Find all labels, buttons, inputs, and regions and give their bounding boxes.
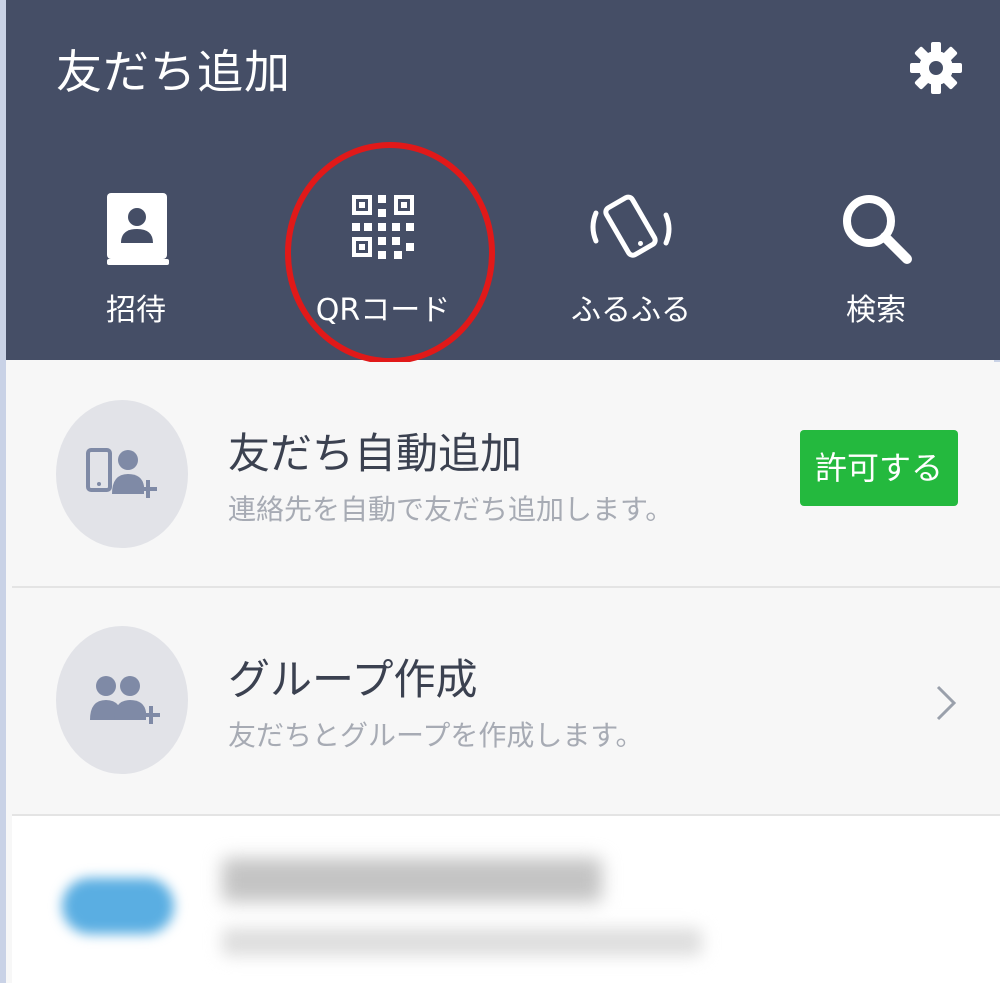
row-subtitle: 連絡先を自動で友だち追加します。	[228, 493, 674, 526]
chevron-right-icon	[936, 685, 957, 721]
gear-icon[interactable]	[906, 38, 966, 98]
page-title: 友だち追加	[56, 45, 291, 99]
header: 友だち追加 招待 QRコード ふるふる 検索	[6, 0, 1000, 364]
nav-shake[interactable]: ふるふる	[531, 185, 731, 335]
nav-invite[interactable]: 招待	[36, 185, 236, 335]
blurred-avatar	[62, 878, 174, 934]
nav-search-label: 検索	[846, 293, 906, 328]
nav-search[interactable]: 検索	[776, 185, 976, 335]
search-icon	[843, 195, 912, 264]
row-subtitle: 友だちとグループを作成します。	[228, 719, 644, 752]
row-title: グループ作成	[228, 655, 478, 704]
shake-phone-icon	[590, 194, 672, 258]
blurred-subtitle	[222, 928, 702, 956]
row-title: 友だち自動追加	[228, 429, 523, 478]
list-item-auto-add[interactable]: 友だち自動追加 連絡先を自動で友だち追加します。 許可する	[12, 362, 1000, 588]
nav-qr-code[interactable]: QRコード	[283, 185, 483, 335]
phone-add-friend-icon	[86, 448, 157, 498]
qr-code-icon	[352, 195, 414, 259]
blurred-title	[222, 858, 602, 902]
nav-invite-label: 招待	[106, 293, 166, 328]
avatar	[56, 400, 188, 548]
list-item-create-group[interactable]: グループ作成 友だちとグループを作成します。	[12, 588, 1000, 816]
list-item-blurred[interactable]	[12, 816, 1000, 983]
avatar	[56, 626, 188, 774]
add-group-icon	[90, 676, 160, 724]
nav-shake-label: ふるふる	[571, 293, 691, 328]
contact-book-icon	[107, 193, 169, 265]
nav-qr-code-label: QRコード	[315, 293, 451, 328]
app-frame: 友だち追加 招待 QRコード ふるふる 検索 友だち自動追加 連絡先を自動で友だ…	[0, 0, 1000, 983]
allow-button[interactable]: 許可する	[800, 430, 958, 506]
